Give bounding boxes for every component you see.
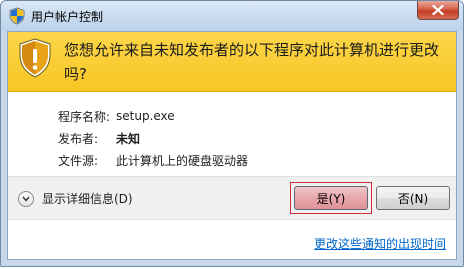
show-details-toggle[interactable]: 显示详细信息(D) [18, 190, 133, 207]
yes-button-highlight: 是(Y) [290, 182, 372, 214]
button-bar: 显示详细信息(D) 是(Y) 否(N) [8, 176, 456, 220]
close-button[interactable] [417, 1, 459, 20]
uac-dialog-window: 用户帐户控制 您想允许来自未知发布者的以下程序对此计算机进行更改吗? 程序名称:… [0, 0, 464, 267]
yes-button[interactable]: 是(Y) [294, 186, 368, 210]
expand-button[interactable] [18, 190, 34, 207]
program-name-value: setup.exe [116, 109, 175, 123]
window-title: 用户帐户控制 [31, 10, 104, 24]
banner-message: 您想允许来自未知发布者的以下程序对此计算机进行更改吗? [64, 41, 440, 83]
publisher-value: 未知 [116, 131, 141, 146]
detail-row-program-name: 程序名称: setup.exe [58, 105, 248, 127]
detail-label: 文件源: [58, 153, 99, 168]
change-notification-link[interactable]: 更改这些通知的出现时间 [314, 235, 446, 252]
detail-row-file-origin: 文件源: 此计算机上的硬盘驱动器 [58, 149, 248, 171]
detail-label: 发布者: [58, 131, 99, 146]
close-icon [432, 5, 444, 15]
dialog-body: 您想允许来自未知发布者的以下程序对此计算机进行更改吗? 程序名称: setup.… [7, 31, 457, 260]
file-origin-value: 此计算机上的硬盘驱动器 [116, 153, 249, 168]
title-bar[interactable]: 用户帐户控制 [1, 1, 463, 31]
warning-shield-icon [19, 38, 51, 78]
no-button[interactable]: 否(N) [376, 186, 450, 210]
detail-label: 程序名称: [58, 109, 111, 124]
chevron-down-icon [22, 196, 30, 202]
warning-banner: 您想允许来自未知发布者的以下程序对此计算机进行更改吗? [8, 32, 456, 92]
detail-row-publisher: 发布者: 未知 [58, 127, 248, 149]
show-details-label[interactable]: 显示详细信息(D) [42, 190, 133, 207]
uac-shield-icon [9, 7, 25, 25]
program-details: 程序名称: setup.exe 发布者: 未知 文件源: 此计算机上的硬盘驱动器 [58, 105, 248, 171]
